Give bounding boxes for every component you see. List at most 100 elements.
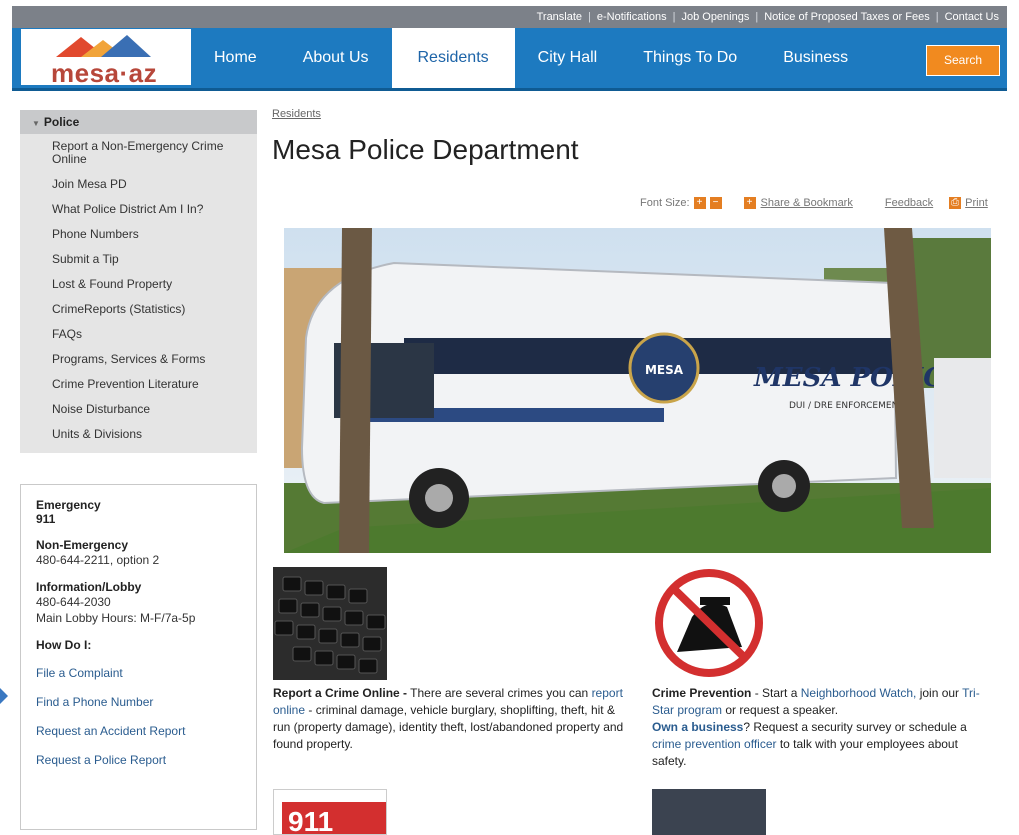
feature-text: ? Request a security survey or schedule …: [743, 720, 967, 734]
sidebar-item-police-district[interactable]: What Police District Am I In?: [20, 197, 257, 222]
feature-crime-prevention-title: Crime Prevention: [652, 686, 752, 700]
sidebar-item-label: What Police District Am I In?: [52, 202, 204, 216]
sidebar-item-label: Lost & Found Property: [52, 277, 173, 291]
feature-crime-prevention-text: Crime Prevention - Start a Neighborhood …: [652, 685, 992, 770]
feature-text: - criminal damage, vehicle burglary, sho…: [273, 703, 624, 751]
nav-about-us[interactable]: About Us: [280, 28, 392, 88]
sidebar-item-lost-found[interactable]: Lost & Found Property: [20, 272, 257, 297]
utility-separator: |: [755, 11, 759, 23]
breadcrumb[interactable]: Residents: [272, 108, 321, 120]
print-link[interactable]: Print: [965, 197, 988, 209]
police-report-link[interactable]: Request a Police Report: [36, 753, 241, 767]
sidebar-heading[interactable]: ▼ Police: [20, 110, 257, 134]
font-increase-icon[interactable]: +: [693, 197, 706, 209]
thumbnail-911[interactable]: 911: [273, 789, 387, 835]
nav-business[interactable]: Business: [760, 28, 871, 88]
utility-bar: Translate | e-Notifications | Job Openings | N…: [12, 6, 1007, 28]
sidebar-item-submit-tip[interactable]: Submit a Tip: [20, 247, 257, 272]
thumbnail-dark[interactable]: [652, 789, 766, 835]
nav-city-hall[interactable]: City Hall: [515, 28, 621, 88]
pointer-arrow-icon: [0, 688, 8, 704]
feature-text: - Start a: [751, 686, 801, 700]
own-business-link[interactable]: Own a business: [652, 720, 743, 734]
sidebar-item-join-mesa-pd[interactable]: Join Mesa PD: [20, 172, 257, 197]
sidebar-item-label: Crime Prevention Literature: [52, 377, 199, 391]
nonemergency-number: 480-644-2211, option 2: [36, 553, 160, 567]
job-openings-link[interactable]: Job Openings: [681, 11, 749, 23]
main-nav: Home About Us Residents City Hall Things…: [191, 28, 871, 88]
sidebar-item-report-crime-online[interactable]: Report a Non-Emergency Crime Online: [20, 134, 257, 172]
hero-police-vehicle-image: MESA MESA POLICE DUI / DRE ENFORCEMENT: [284, 228, 991, 553]
sidebar-item-phone-numbers[interactable]: Phone Numbers: [20, 222, 257, 247]
neighborhood-watch-link[interactable]: Neighborhood Watch,: [801, 686, 917, 700]
emergency-group: Emergency 911: [36, 498, 241, 526]
how-do-i-label: How Do I:: [36, 638, 92, 652]
sidebar-item-label: Noise Disturbance: [52, 402, 151, 416]
crime-prevention-officer-link[interactable]: crime prevention officer: [652, 737, 777, 751]
share-icon: +: [743, 197, 756, 209]
hero-vehicle-text: MESA POLICE: [753, 363, 965, 393]
sidebar-item-noise[interactable]: Noise Disturbance: [20, 397, 257, 422]
file-complaint-link[interactable]: File a Complaint: [36, 666, 241, 680]
keyboard-thumbnail-image[interactable]: [273, 567, 387, 680]
sidebar-item-label: Programs, Services & Forms: [52, 352, 206, 366]
sidebar-item-faqs[interactable]: FAQs: [20, 322, 257, 347]
page-tools: Font Size: + − + Share & Bookmark Feedba…: [640, 197, 988, 209]
nav-residents[interactable]: Residents: [391, 28, 515, 88]
sidebar-nav: ▼ Police Report a Non-Emergency Crime Onl…: [20, 110, 257, 453]
sidebar-list: Report a Non-Emergency Crime Online Join…: [20, 134, 257, 447]
info-number: 480-644-2030: [36, 595, 111, 609]
sidebar-item-label: CrimeReports (Statistics): [52, 302, 186, 316]
utility-separator: |: [588, 11, 591, 23]
mesa-logo-icon: [56, 35, 151, 57]
feedback-link[interactable]: Feedback: [885, 197, 933, 209]
find-phone-link[interactable]: Find a Phone Number: [36, 695, 241, 709]
sidebar-item-crime-prevention-lit[interactable]: Crime Prevention Literature: [20, 372, 257, 397]
info-label: Information/Lobby: [36, 580, 142, 594]
contact-us-link[interactable]: Contact Us: [945, 11, 999, 23]
font-decrease-icon[interactable]: −: [709, 197, 722, 209]
caret-down-icon: ▼: [32, 119, 40, 128]
main-header: mesa·az Home About Us Residents City Hal…: [12, 28, 1007, 91]
page-title: Mesa Police Department: [272, 134, 579, 165]
feature-report-crime-title: Report a Crime Online -: [273, 686, 408, 700]
nav-things-to-do[interactable]: Things To Do: [620, 28, 760, 88]
sidebar-heading-label: Police: [43, 115, 80, 129]
sidebar-item-programs[interactable]: Programs, Services & Forms: [20, 347, 257, 372]
logo-wordmark: mesa·az: [51, 58, 158, 88]
thumbnail-911-text: 911: [282, 802, 386, 834]
e-notifications-link[interactable]: e-Notifications: [597, 11, 667, 23]
nonemergency-group: Non-Emergency 480-644-2211, option 2: [36, 538, 241, 568]
sidebar-item-label: Join Mesa PD: [52, 177, 127, 191]
emergency-label: Emergency: [36, 498, 101, 512]
nonemergency-label: Non-Emergency: [36, 538, 129, 552]
feature-report-crime: Report a Crime Online - There are severa…: [273, 567, 633, 753]
sidebar-item-crime-reports[interactable]: CrimeReports (Statistics): [20, 297, 257, 322]
print-icon: ⎙: [949, 197, 962, 209]
utility-separator: |: [672, 11, 676, 23]
sidebar-item-label: Submit a Tip: [52, 252, 119, 266]
notice-taxes-link[interactable]: Notice of Proposed Taxes or Fees: [764, 11, 930, 23]
sidebar-item-units[interactable]: Units & Divisions: [20, 422, 257, 447]
info-hours: Main Lobby Hours: M-F/7a-5p: [36, 611, 196, 625]
feature-text: There are several crimes you can: [407, 686, 592, 700]
translate-link[interactable]: Translate: [537, 11, 582, 23]
feature-text: or request a speaker.: [722, 703, 839, 717]
info-group: Information/Lobby 480-644-2030 Main Lobb…: [36, 580, 241, 626]
sidebar-item-label: Report a Non-Emergency Crime Online: [52, 139, 224, 166]
accident-report-link[interactable]: Request an Accident Report: [36, 724, 241, 738]
sidebar-item-label: Phone Numbers: [52, 227, 139, 241]
feature-crime-prevention: Crime Prevention - Start a Neighborhood …: [652, 567, 992, 770]
hero-badge-text: MESA: [645, 363, 684, 377]
mesa-logo[interactable]: mesa·az: [21, 29, 191, 88]
nav-home[interactable]: Home: [191, 28, 280, 88]
sidebar-item-label: Units & Divisions: [52, 427, 143, 441]
share-bookmark-link[interactable]: Share & Bookmark: [761, 197, 853, 209]
sidebar-item-label: FAQs: [52, 327, 83, 341]
emergency-number: 911: [36, 512, 56, 526]
contact-box: Emergency 911 Non-Emergency 480-644-2211…: [20, 484, 257, 830]
no-burglar-thumbnail-image[interactable]: [652, 567, 766, 680]
utility-separator: |: [935, 11, 939, 23]
font-size-label: Font Size:: [640, 197, 690, 209]
search-button[interactable]: Search: [926, 45, 1000, 76]
